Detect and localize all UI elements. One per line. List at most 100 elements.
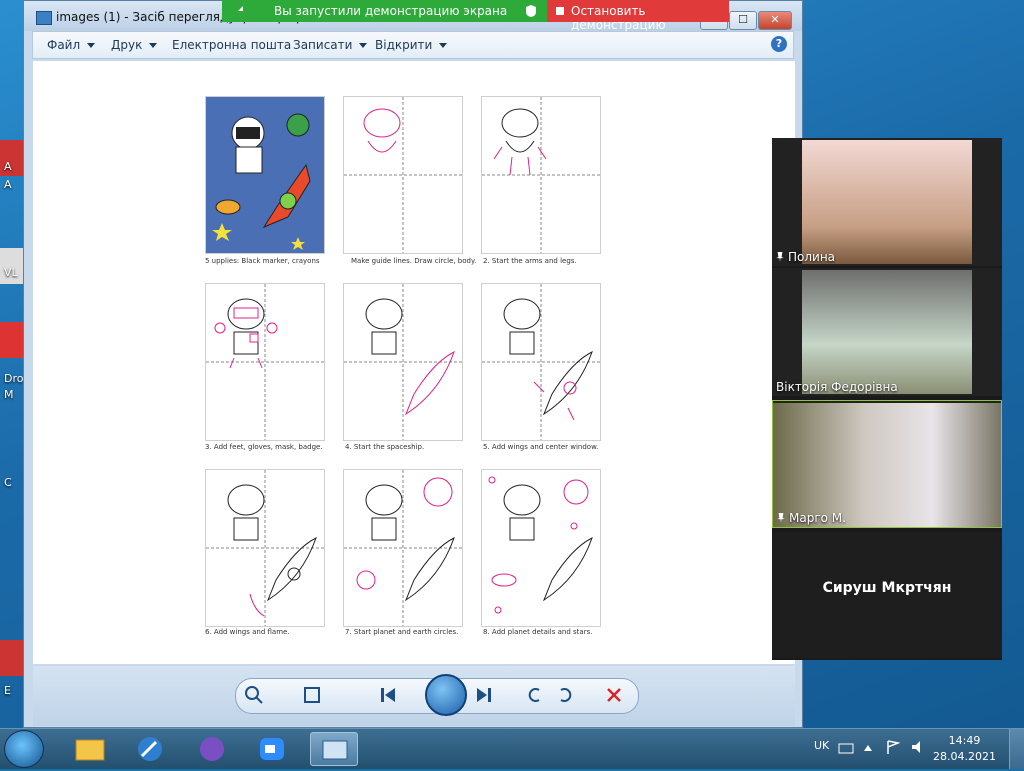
drawing-tile-step bbox=[481, 96, 601, 254]
desktop-icon[interactable] bbox=[0, 322, 24, 358]
menu-file-label: Файл bbox=[47, 38, 81, 52]
step-drawing bbox=[344, 97, 462, 253]
step-drawing bbox=[488, 476, 593, 614]
zoom-icon[interactable] bbox=[243, 684, 265, 706]
finished-astronaut-drawing bbox=[206, 97, 324, 253]
participant-video-frame bbox=[773, 403, 1001, 527]
help-icon[interactable]: ? bbox=[771, 36, 787, 52]
menu-open-label: Відкрити bbox=[375, 38, 433, 52]
chevron-down-icon bbox=[439, 43, 448, 48]
tile-caption: 8. Add planet details and stars. bbox=[483, 628, 593, 636]
chevron-down-icon bbox=[87, 43, 96, 48]
clock-time: 14:49 bbox=[948, 734, 981, 747]
keyboard-icon[interactable] bbox=[838, 741, 854, 755]
participant-name-text: Сируш Мкртчян bbox=[822, 580, 952, 596]
step-drawing bbox=[206, 284, 324, 440]
shield-icon bbox=[526, 5, 536, 17]
tile-caption: 5. Add wings and center window. bbox=[483, 443, 599, 451]
menu-bar: Файл Друк Електронна пошта Записати Відк… bbox=[32, 31, 794, 59]
delete-icon[interactable] bbox=[603, 684, 625, 706]
start-button[interactable] bbox=[4, 730, 44, 768]
drawing-tile-step bbox=[205, 283, 325, 441]
step-drawing bbox=[344, 284, 462, 440]
photo-viewer-app-icon bbox=[36, 11, 52, 25]
next-icon[interactable] bbox=[473, 684, 495, 706]
photo-viewer-taskbar-icon[interactable] bbox=[310, 732, 358, 766]
menu-print-label: Друк bbox=[111, 38, 143, 52]
desktop-icon-label: E bbox=[4, 684, 11, 697]
stop-icon bbox=[556, 7, 564, 15]
pin-icon bbox=[776, 252, 784, 262]
clock[interactable]: 14:49 28.04.2021 bbox=[933, 733, 996, 765]
participant-name-text: Вікторія Федорівна bbox=[776, 380, 898, 394]
tile-caption: 2. Start the arms and legs. bbox=[483, 257, 577, 265]
participant-video[interactable]: Полина bbox=[772, 138, 1002, 266]
participant-name: Полина bbox=[776, 250, 835, 264]
volume-icon[interactable] bbox=[910, 739, 928, 755]
zoom-app-icon[interactable] bbox=[248, 732, 296, 766]
viber-icon[interactable] bbox=[188, 732, 236, 766]
tile-caption: 7. Start planet and earth circles. bbox=[345, 628, 459, 636]
desktop-icon-label: VL bbox=[4, 266, 18, 279]
drawing-tile-step bbox=[343, 96, 463, 254]
video-gallery-panel: Полина Вікторія Федорівна Марго М. Сируш… bbox=[772, 138, 1002, 660]
slideshow-button[interactable] bbox=[425, 674, 467, 716]
browser-icon[interactable] bbox=[126, 732, 174, 766]
share-arrow-icon bbox=[233, 6, 243, 16]
menu-email[interactable]: Електронна пошта bbox=[172, 38, 291, 52]
participant-name: Вікторія Федорівна bbox=[776, 380, 898, 394]
action-center-flag-icon[interactable] bbox=[886, 739, 900, 755]
previous-icon[interactable] bbox=[377, 684, 399, 706]
stop-share-button[interactable]: Остановить демонстрацию bbox=[547, 0, 729, 32]
drawing-tile-step bbox=[481, 469, 601, 627]
tile-caption: 3. Add feet, gloves, mask, badge. bbox=[205, 443, 323, 451]
close-button[interactable]: ✕ bbox=[758, 11, 792, 30]
clock-date: 28.04.2021 bbox=[933, 750, 996, 763]
actual-size-icon[interactable] bbox=[301, 684, 323, 706]
step-drawing bbox=[482, 97, 600, 253]
menu-burn[interactable]: Записати bbox=[293, 38, 368, 52]
desktop-icon-label: A bbox=[4, 160, 12, 173]
show-desktop-button[interactable] bbox=[1009, 729, 1024, 769]
screen-share-status-text: Вы запустили демонстрацию экрана bbox=[274, 4, 508, 18]
desktop-icon-label: C bbox=[4, 476, 12, 489]
participant-name-text: Полина bbox=[788, 250, 836, 264]
tile-caption: 6. Add wings and flame. bbox=[205, 628, 290, 636]
desktop-icon-label: Dro bbox=[4, 372, 24, 385]
step-drawing bbox=[344, 470, 462, 626]
photo-viewer-window: images (1) - Засіб перегляду фотографій … bbox=[23, 0, 803, 728]
file-explorer-icon[interactable] bbox=[66, 732, 114, 766]
participant-name-text: Марго М. bbox=[789, 511, 846, 525]
stop-share-label: Остановить демонстрацию bbox=[571, 4, 666, 32]
participant-name: Марго М. bbox=[777, 511, 846, 525]
drawing-tile-step bbox=[481, 283, 601, 441]
pin-icon bbox=[777, 513, 785, 523]
taskbar: UK 14:49 28.04.2021 bbox=[0, 728, 1024, 769]
image-canvas[interactable]: 5 upplies: Black marker, crayons Make gu… bbox=[33, 61, 795, 664]
step-drawing bbox=[206, 470, 324, 626]
chevron-down-icon bbox=[149, 43, 158, 48]
screen-share-status: Вы запустили демонстрацию экрана bbox=[222, 0, 547, 22]
drawing-tile-finished bbox=[205, 96, 325, 254]
language-indicator[interactable]: UK bbox=[814, 739, 829, 752]
rotate-left-icon[interactable] bbox=[523, 684, 545, 706]
menu-open[interactable]: Відкрити bbox=[375, 38, 448, 52]
tile-caption: Make guide lines. Draw circle, body. bbox=[351, 257, 477, 265]
drawing-tile-step bbox=[343, 469, 463, 627]
participant-video-frame bbox=[802, 270, 972, 394]
participant-video[interactable]: Вікторія Федорівна bbox=[772, 268, 1002, 396]
maximize-button[interactable]: ☐ bbox=[729, 11, 757, 30]
tile-caption: 5 upplies: Black marker, crayons bbox=[205, 257, 320, 265]
desktop-icon[interactable] bbox=[0, 640, 24, 676]
participant-name-card[interactable]: Сируш Мкртчян bbox=[772, 532, 1002, 658]
participant-video-active[interactable]: Марго М. bbox=[772, 400, 1002, 528]
viewer-controls-bar bbox=[33, 666, 795, 726]
desktop-icon-label: A bbox=[4, 178, 12, 191]
menu-file[interactable]: Файл bbox=[47, 38, 96, 52]
menu-burn-label: Записати bbox=[293, 38, 353, 52]
step-drawing bbox=[482, 284, 600, 440]
rotate-right-icon[interactable] bbox=[555, 684, 577, 706]
menu-print[interactable]: Друк bbox=[111, 38, 158, 52]
tray-expand-icon[interactable] bbox=[862, 741, 874, 755]
desktop-icon-label: M bbox=[4, 388, 14, 401]
